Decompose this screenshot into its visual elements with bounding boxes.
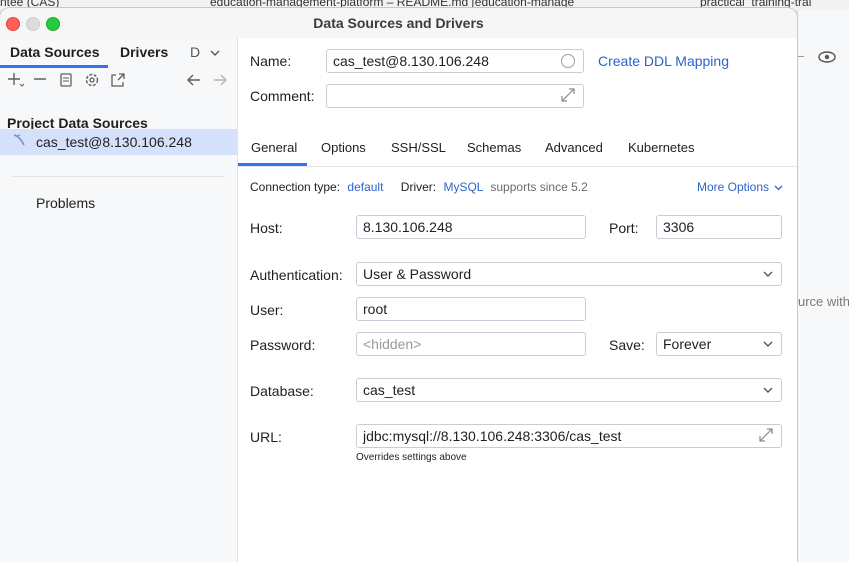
port-field[interactable]: 3306 <box>656 215 782 239</box>
database-select[interactable]: cas_test <box>356 378 782 402</box>
port-label: Port: <box>609 220 639 236</box>
tab-overflow-label: D <box>190 44 201 60</box>
background-text: urce with <box>798 294 849 309</box>
host-label: Host: <box>250 220 283 236</box>
datasource-label: cas_test@8.130.106.248 <box>36 134 192 150</box>
expand-icon[interactable] <box>561 88 575 105</box>
connection-type-link[interactable]: default <box>347 180 383 194</box>
database-value: cas_test <box>363 382 416 398</box>
host-value: 8.130.106.248 <box>363 219 453 235</box>
divider <box>12 176 224 177</box>
settings-tabs: General Options SSH/SSL Schemas Advanced… <box>238 128 797 167</box>
back-arrow-icon[interactable] <box>185 71 203 89</box>
tab-drivers[interactable]: Drivers <box>120 44 168 60</box>
name-label: Name: <box>250 53 292 69</box>
more-options-label: More Options <box>697 180 770 194</box>
more-options-link[interactable]: More Options <box>697 180 783 194</box>
chevron-down-icon <box>763 266 773 281</box>
duplicate-icon[interactable] <box>57 71 75 89</box>
tab-schemas[interactable]: Schemas <box>467 140 521 155</box>
tab-overflow[interactable]: D <box>190 44 220 60</box>
save-label: Save: <box>609 337 645 353</box>
driver-label: Driver: <box>400 180 437 194</box>
chevron-down-icon <box>763 336 773 351</box>
password-label: Password: <box>250 337 316 353</box>
comment-field[interactable] <box>326 84 584 108</box>
save-select[interactable]: Forever <box>656 332 782 356</box>
user-field[interactable]: root <box>356 297 586 321</box>
chevron-down-icon <box>763 382 773 397</box>
tab-ssh-ssl[interactable]: SSH/SSL <box>391 140 446 155</box>
tab-data-sources[interactable]: Data Sources <box>10 44 99 60</box>
driver-link[interactable]: MySQL <box>443 180 483 194</box>
tab-options[interactable]: Options <box>321 140 366 155</box>
connection-type-label: Connection type: <box>250 180 341 194</box>
background-divider <box>798 56 804 57</box>
datasource-list-item[interactable]: cas_test@8.130.106.248 <box>0 129 237 155</box>
settings-icon[interactable] <box>83 71 101 89</box>
user-value: root <box>363 301 388 317</box>
color-circle-icon[interactable] <box>561 54 575 68</box>
driver-note: supports since 5.2 <box>490 180 588 194</box>
active-tab-indicator <box>0 65 108 68</box>
url-label: URL: <box>250 429 282 445</box>
create-ddl-mapping-link[interactable]: Create DDL Mapping <box>598 53 729 69</box>
expand-icon[interactable] <box>759 428 773 445</box>
remove-icon[interactable] <box>31 71 49 89</box>
tab-general[interactable]: General <box>251 140 297 155</box>
name-field[interactable]: cas_test@8.130.106.248 <box>326 49 584 73</box>
open-external-icon[interactable] <box>109 71 127 89</box>
forward-arrow-icon[interactable] <box>211 71 229 89</box>
port-value: 3306 <box>663 219 695 235</box>
active-tab-indicator <box>238 163 307 166</box>
password-placeholder: <hidden> <box>363 336 422 352</box>
problems-item[interactable]: Problems <box>36 195 95 211</box>
mysql-icon <box>12 133 26 150</box>
add-icon[interactable] <box>6 71 25 89</box>
background-app-panel: urce with <box>797 10 849 562</box>
chevron-down-icon <box>774 180 783 194</box>
comment-label: Comment: <box>250 88 315 104</box>
url-value: jdbc:mysql://8.130.106.248:3306/cas_test <box>363 428 622 444</box>
database-label: Database: <box>250 383 314 399</box>
authentication-select[interactable]: User & Password <box>356 262 782 286</box>
url-note: Overrides settings above <box>356 452 467 463</box>
eye-icon <box>818 50 836 68</box>
authentication-value: User & Password <box>363 266 472 282</box>
title-bar: Data Sources and Drivers <box>0 8 797 38</box>
chevron-down-icon <box>210 44 220 60</box>
password-field[interactable]: <hidden> <box>356 332 586 356</box>
tab-kubernetes[interactable]: Kubernetes <box>628 140 695 155</box>
window-title: Data Sources and Drivers <box>313 15 484 31</box>
main-panel: Name: cas_test@8.130.106.248 Create DDL … <box>238 38 797 562</box>
authentication-label: Authentication: <box>250 267 343 283</box>
host-field[interactable]: 8.130.106.248 <box>356 215 586 239</box>
url-field[interactable]: jdbc:mysql://8.130.106.248:3306/cas_test <box>356 424 782 448</box>
name-value: cas_test@8.130.106.248 <box>333 53 489 69</box>
tab-advanced[interactable]: Advanced <box>545 140 603 155</box>
data-sources-dialog: Data Sources and Drivers Data Sources Dr… <box>0 8 797 562</box>
user-label: User: <box>250 302 284 318</box>
save-value: Forever <box>663 336 712 352</box>
connection-info: Connection type: default Driver: MySQL s… <box>250 180 588 194</box>
sidebar: Data Sources Drivers D Project Data Sour… <box>0 38 238 562</box>
